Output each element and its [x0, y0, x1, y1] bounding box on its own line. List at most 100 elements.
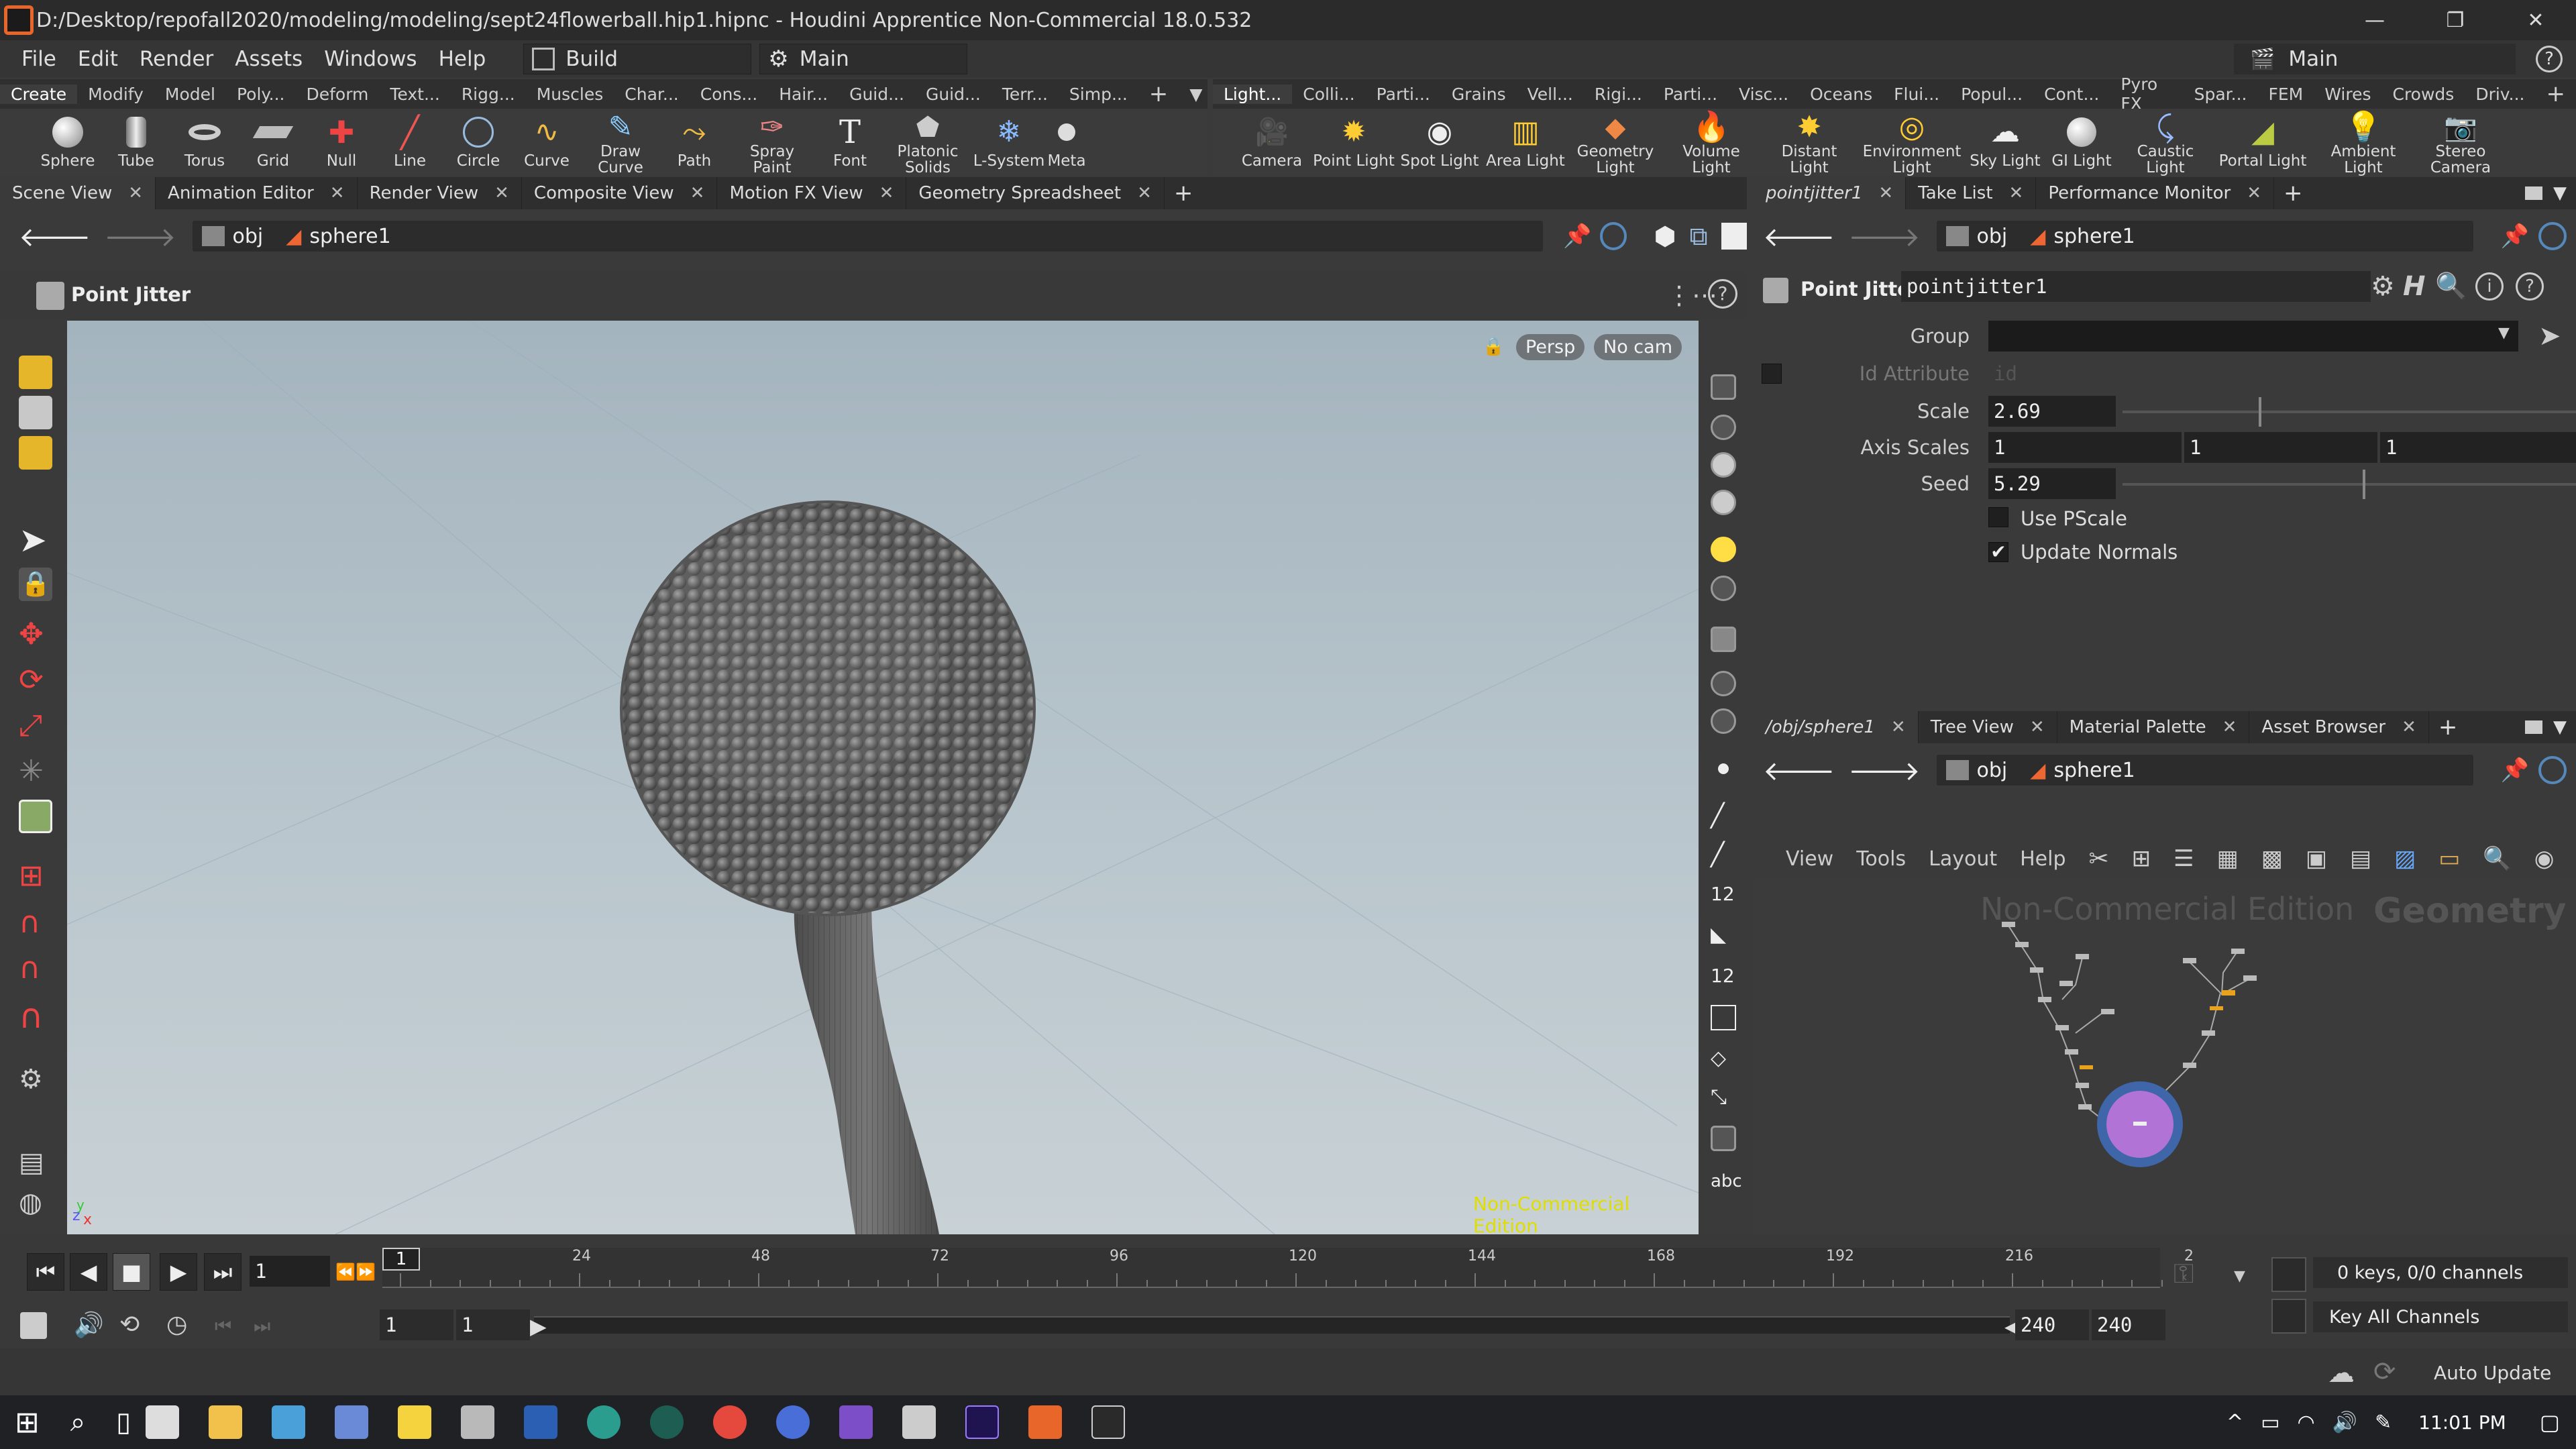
pin-icon[interactable]: 📌: [2501, 757, 2529, 784]
windows-start-icon[interactable]: ⊞: [15, 1405, 40, 1440]
menu-help[interactable]: Help: [439, 47, 486, 71]
tool-stereo-camera[interactable]: 📷 Stereo Camera: [2414, 109, 2508, 176]
close-icon[interactable]: ✕: [879, 183, 894, 203]
chevron-down-icon[interactable]: ▼: [2498, 325, 2510, 341]
prim-icon[interactable]: ◣: [1711, 923, 1736, 949]
menu-windows[interactable]: Windows: [324, 47, 417, 71]
shelf-tab[interactable]: Modify: [77, 85, 154, 104]
network-editor[interactable]: View Tools Layout Help ✂ ⊞ ☰ ▦ ▩ ▣ ▤ ▨ ▭…: [1754, 839, 2576, 1234]
tab-render-view[interactable]: Render View ✕: [358, 177, 522, 209]
close-icon[interactable]: ✕: [494, 183, 509, 203]
add-tab-icon[interactable]: +: [2438, 714, 2458, 741]
render-icon[interactable]: ◍: [19, 1187, 52, 1221]
timeline-track[interactable]: 24 48 72 96 120 144 168 192 216 2 1: [382, 1248, 2194, 1288]
menu-edit[interactable]: Edit: [78, 47, 118, 71]
edge-icon[interactable]: [587, 1405, 621, 1439]
chevron-down-icon[interactable]: ▼: [2553, 717, 2567, 737]
update-normals-checkbox[interactable]: ✔: [1988, 542, 2008, 562]
tool-sphere[interactable]: Sphere: [34, 109, 102, 176]
prev-key-icon[interactable]: ⏮: [215, 1315, 231, 1338]
key-all-channels-button[interactable]: Key All Channels: [2313, 1301, 2568, 1332]
path-breadcrumb[interactable]: obj ◢ sphere1: [1936, 755, 2473, 786]
close-icon[interactable]: ✕: [2030, 717, 2045, 737]
use-pscale-checkbox[interactable]: [1988, 507, 2008, 527]
blender-icon[interactable]: [902, 1405, 936, 1439]
maximize-icon[interactable]: [2525, 720, 2542, 734]
flipbook-icon[interactable]: ▤: [19, 1147, 52, 1181]
maximize-icon[interactable]: [2525, 186, 2542, 200]
shelf-tab[interactable]: Simp...: [1059, 85, 1138, 104]
shelf-tab[interactable]: Cons...: [690, 85, 768, 104]
text-icon[interactable]: abc: [1711, 1171, 1742, 1197]
pin-icon[interactable]: 📌: [2501, 223, 2529, 250]
view-cube-icon[interactable]: ⬢: [1654, 221, 1676, 251]
shelf-tab[interactable]: Grains: [1441, 85, 1517, 104]
shelf-tab[interactable]: Text...: [379, 85, 450, 104]
grid-display-icon[interactable]: [1711, 1126, 1736, 1151]
runlevel-selector[interactable]: ⚙ Main: [759, 44, 968, 74]
tool-meta[interactable]: Meta: [1046, 109, 1087, 176]
notifications-icon[interactable]: ▢: [2540, 1409, 2560, 1435]
group-field[interactable]: [1988, 321, 2518, 352]
shelf-tab-create[interactable]: Create: [0, 84, 78, 104]
tab-performance-monitor[interactable]: Performance Monitor ✕: [2036, 177, 2274, 209]
shelf-tab[interactable]: Colli...: [1292, 85, 1365, 104]
id-attribute-toggle[interactable]: [1762, 364, 1782, 384]
uv-icon[interactable]: ⤡: [1711, 1085, 1736, 1111]
shelf-tab[interactable]: Driv...: [2465, 85, 2535, 104]
shelf-tab[interactable]: Model: [154, 85, 226, 104]
paint-tool-icon[interactable]: [19, 436, 52, 470]
view-tool-icon[interactable]: [19, 356, 52, 389]
right-desktop-selector[interactable]: 🎬 Main: [2234, 44, 2516, 74]
channel-list-icon[interactable]: [2271, 1257, 2306, 1292]
shelf-tab[interactable]: Hair...: [768, 85, 839, 104]
shelf-tab[interactable]: Vell...: [1517, 85, 1584, 104]
chrome-icon[interactable]: [713, 1405, 747, 1439]
volume-icon[interactable]: 🔊: [2332, 1411, 2357, 1434]
tool-caustic-light[interactable]: ⤹ Caustic Light: [2118, 109, 2212, 176]
tool-area-light[interactable]: ▥ Area Light: [1483, 109, 1568, 176]
houdini-h-icon[interactable]: H: [2403, 271, 2425, 302]
play-reverse-button[interactable]: ◀: [70, 1253, 107, 1291]
help-icon[interactable]: ?: [2516, 272, 2544, 301]
app3-icon[interactable]: [776, 1405, 810, 1439]
tool-torus[interactable]: Torus: [170, 109, 239, 176]
info-icon[interactable]: i: [2475, 272, 2504, 301]
path-breadcrumb[interactable]: obj ◢ sphere1: [192, 221, 1544, 252]
realtime-icon[interactable]: ◷: [166, 1311, 187, 1338]
tab-composite-view[interactable]: Composite View ✕: [522, 177, 718, 209]
tool-spot-light[interactable]: ◉ Spot Light: [1397, 109, 1483, 176]
light-icon[interactable]: [1711, 490, 1736, 515]
bulb-icon[interactable]: [1711, 537, 1736, 562]
shelf-tab[interactable]: Wires: [2314, 85, 2381, 104]
paint-icon[interactable]: [461, 1405, 495, 1439]
id-attribute-field[interactable]: id: [1988, 358, 2576, 389]
scale-slider-handle[interactable]: [2258, 397, 2261, 427]
loop-icon[interactable]: ⟲: [119, 1311, 140, 1338]
tab-take-list[interactable]: Take List ✕: [1906, 177, 2037, 209]
audio-icon[interactable]: 🔊: [74, 1311, 104, 1339]
node-name-field[interactable]: pointjitter1: [1901, 271, 2371, 302]
help-icon[interactable]: ?: [2536, 46, 2563, 72]
minimize-button[interactable]: —: [2334, 9, 2415, 32]
tool-font[interactable]: T Font: [816, 109, 884, 176]
close-button[interactable]: ✕: [2496, 9, 2576, 32]
range-end2-field[interactable]: 240: [2092, 1309, 2165, 1340]
link-icon[interactable]: [2538, 222, 2567, 250]
pen-icon[interactable]: ✎: [2375, 1411, 2392, 1434]
playhead[interactable]: 1: [382, 1248, 420, 1271]
back-arrow-icon[interactable]: 🡐: [1763, 220, 1835, 253]
store-icon[interactable]: [146, 1405, 180, 1439]
background-icon[interactable]: [1711, 627, 1736, 652]
layout-icon[interactable]: ⧉: [1690, 221, 1708, 252]
axis-scale-z-field[interactable]: 1: [2380, 432, 2576, 463]
shelf-tab[interactable]: Poly...: [226, 85, 296, 104]
pose-tool-icon[interactable]: ✳: [19, 754, 52, 788]
magnet-icon[interactable]: ∩: [19, 997, 52, 1036]
app2-icon[interactable]: [650, 1405, 684, 1439]
key-channels-icon[interactable]: [2271, 1299, 2306, 1334]
transform-tool-icon[interactable]: ⊞: [19, 859, 52, 893]
tool-ambient-light[interactable]: 💡 Ambient Light: [2313, 109, 2414, 176]
rotate-tool-icon[interactable]: ⟳: [19, 663, 52, 697]
shelf-tab[interactable]: Terr...: [991, 85, 1059, 104]
